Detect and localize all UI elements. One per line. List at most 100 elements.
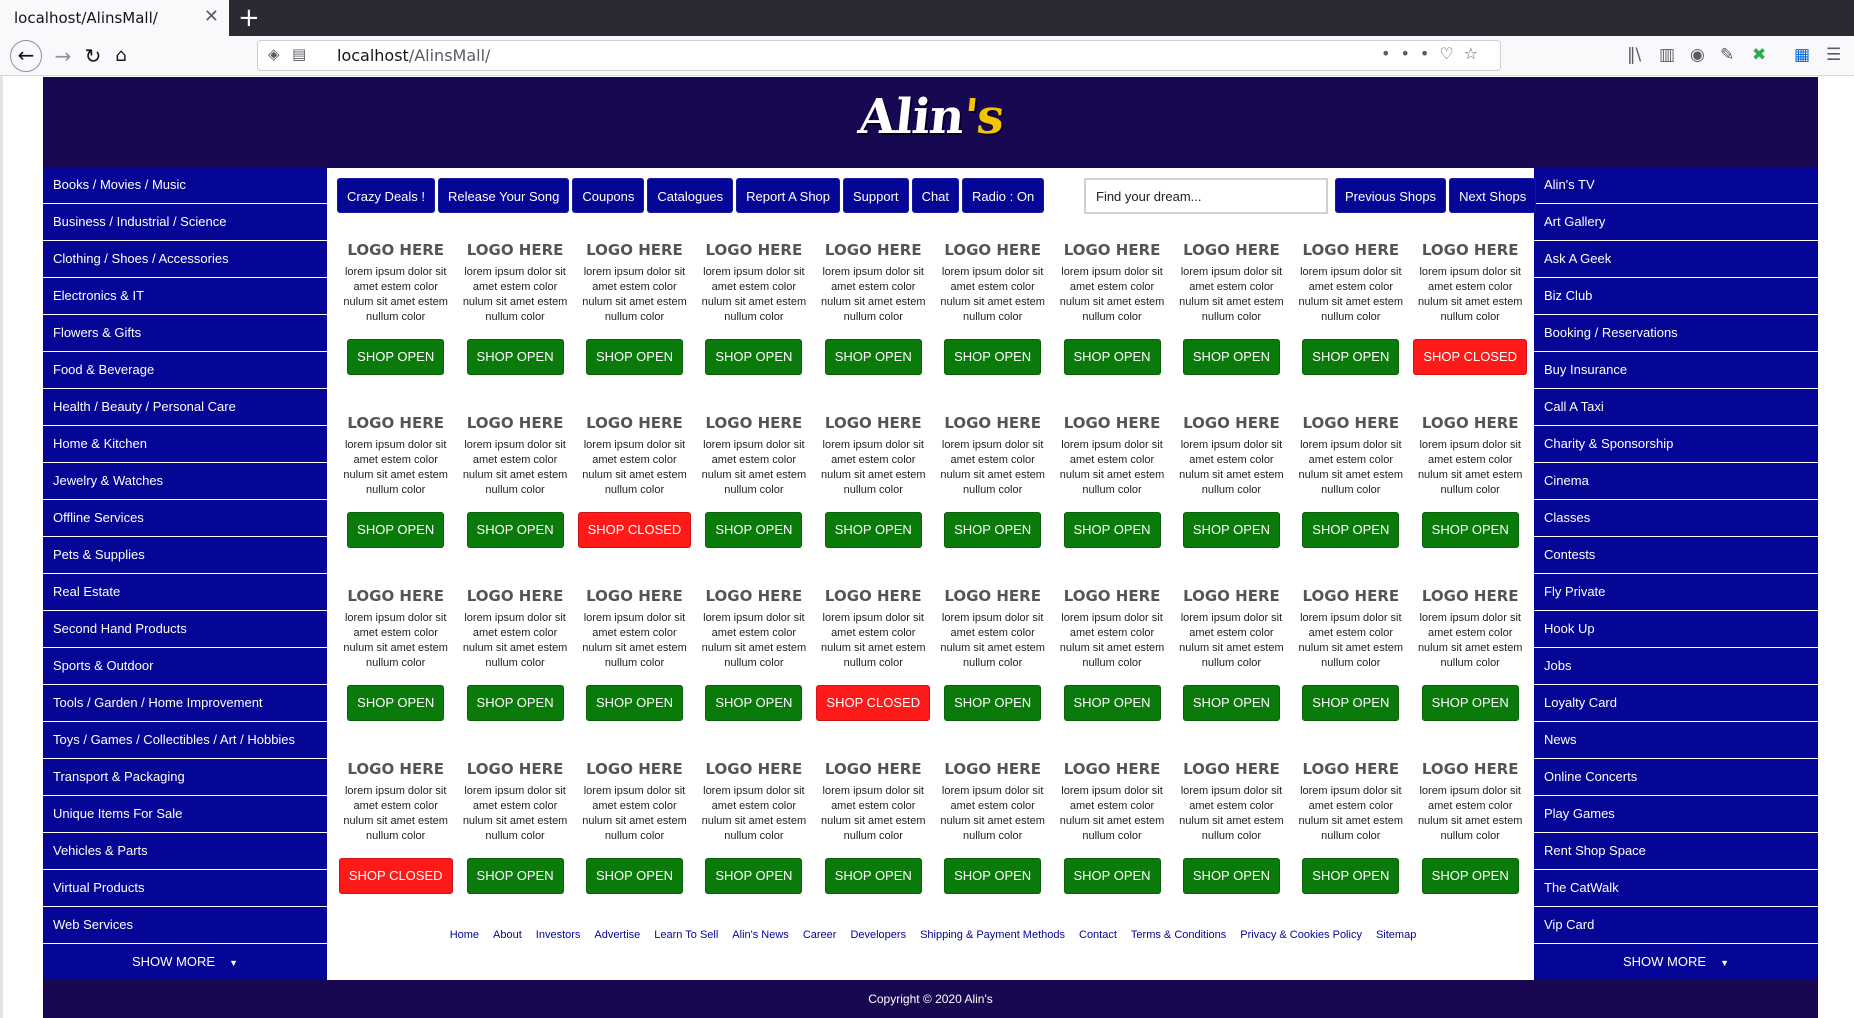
service-art-gallery[interactable]: Art Gallery bbox=[1534, 204, 1818, 240]
browser-tab[interactable]: localhost/AlinsMall/ ✕ bbox=[0, 0, 229, 36]
shop-logo[interactable]: LOGO HERE bbox=[814, 412, 933, 434]
shop-open-button[interactable]: SHOP OPEN bbox=[944, 858, 1042, 894]
shop-open-button[interactable]: SHOP OPEN bbox=[705, 858, 803, 894]
shop-open-button[interactable]: SHOP OPEN bbox=[705, 339, 803, 375]
footer-link-shipping-payment-methods[interactable]: Shipping & Payment Methods bbox=[920, 929, 1065, 941]
library-icon[interactable]: ‖\ bbox=[1627, 45, 1641, 65]
shop-open-button[interactable]: SHOP OPEN bbox=[1063, 512, 1161, 548]
footer-link-developers[interactable]: Developers bbox=[850, 929, 906, 941]
shop-open-button[interactable]: SHOP OPEN bbox=[466, 858, 564, 894]
footer-link-career[interactable]: Career bbox=[803, 929, 837, 941]
footer-link-privacy-cookies-policy[interactable]: Privacy & Cookies Policy bbox=[1240, 929, 1362, 941]
search-input[interactable] bbox=[1084, 178, 1328, 214]
service-buy-insurance[interactable]: Buy Insurance bbox=[1534, 352, 1818, 388]
shop-open-button[interactable]: SHOP OPEN bbox=[944, 339, 1042, 375]
category-sports-outdoor[interactable]: Sports & Outdoor bbox=[43, 648, 327, 684]
shop-logo[interactable]: LOGO HERE bbox=[694, 758, 813, 780]
category-tools-garden-home-improvement[interactable]: Tools / Garden / Home Improvement bbox=[43, 685, 327, 721]
shop-logo[interactable]: LOGO HERE bbox=[455, 758, 574, 780]
service-biz-club[interactable]: Biz Club bbox=[1534, 278, 1818, 314]
home-icon[interactable]: ⌂ bbox=[106, 41, 136, 71]
footer-link-investors[interactable]: Investors bbox=[536, 929, 581, 941]
service-classes[interactable]: Classes bbox=[1534, 500, 1818, 536]
shop-open-button[interactable]: SHOP OPEN bbox=[1063, 858, 1161, 894]
footer-link-learn-to-sell[interactable]: Learn To Sell bbox=[654, 929, 718, 941]
category-food-beverage[interactable]: Food & Beverage bbox=[43, 352, 327, 388]
shop-logo[interactable]: LOGO HERE bbox=[933, 585, 1052, 607]
shop-open-button[interactable]: SHOP OPEN bbox=[705, 512, 803, 548]
service-ask-a-geek[interactable]: Ask A Geek bbox=[1534, 241, 1818, 277]
shop-logo[interactable]: LOGO HERE bbox=[336, 758, 455, 780]
category-home-kitchen[interactable]: Home & Kitchen bbox=[43, 426, 327, 462]
shop-logo[interactable]: LOGO HERE bbox=[1411, 239, 1530, 261]
shop-open-button[interactable]: SHOP OPEN bbox=[1302, 858, 1400, 894]
forward-arrow-icon[interactable]: → bbox=[48, 41, 78, 71]
shop-open-button[interactable]: SHOP OPEN bbox=[1302, 685, 1400, 721]
category-business-industrial-science[interactable]: Business / Industrial / Science bbox=[43, 204, 327, 240]
category-unique-items-for-sale[interactable]: Unique Items For Sale bbox=[43, 796, 327, 832]
service-hook-up[interactable]: Hook Up bbox=[1534, 611, 1818, 647]
category-electronics-it[interactable]: Electronics & IT bbox=[43, 278, 327, 314]
shop-open-button[interactable]: SHOP OPEN bbox=[1063, 685, 1161, 721]
shop-logo[interactable]: LOGO HERE bbox=[455, 585, 574, 607]
shop-closed-button[interactable]: SHOP CLOSED bbox=[1413, 339, 1528, 375]
service-alin-s-tv[interactable]: Alin's TV bbox=[1534, 167, 1818, 203]
site-logo[interactable]: Alin's bbox=[855, 89, 1005, 145]
extensions-icon[interactable]: ▦ bbox=[1794, 45, 1810, 65]
account-icon[interactable]: ◉ bbox=[1690, 45, 1705, 65]
nav-chat-button[interactable]: Chat bbox=[911, 178, 960, 213]
category-jewelry-watches[interactable]: Jewelry & Watches bbox=[43, 463, 327, 499]
shop-logo[interactable]: LOGO HERE bbox=[933, 412, 1052, 434]
shop-closed-button[interactable]: SHOP CLOSED bbox=[338, 858, 453, 894]
shop-open-button[interactable]: SHOP OPEN bbox=[585, 339, 683, 375]
nav-report-a-shop-button[interactable]: Report A Shop bbox=[736, 178, 841, 213]
sidebar-icon[interactable]: ▥ bbox=[1659, 45, 1675, 65]
footer-link-about[interactable]: About bbox=[493, 929, 522, 941]
shop-logo[interactable]: LOGO HERE bbox=[455, 412, 574, 434]
shop-logo[interactable]: LOGO HERE bbox=[1291, 585, 1410, 607]
category-real-estate[interactable]: Real Estate bbox=[43, 574, 327, 610]
shop-logo[interactable]: LOGO HERE bbox=[1052, 758, 1171, 780]
service-booking-reservations[interactable]: Booking / Reservations bbox=[1534, 315, 1818, 351]
shop-logo[interactable]: LOGO HERE bbox=[1172, 758, 1291, 780]
shop-logo[interactable]: LOGO HERE bbox=[1291, 412, 1410, 434]
shop-logo[interactable]: LOGO HERE bbox=[1172, 412, 1291, 434]
shop-logo[interactable]: LOGO HERE bbox=[694, 412, 813, 434]
service-show-more-button[interactable]: SHOW MORE ▼ bbox=[1534, 944, 1818, 980]
service-call-a-taxi[interactable]: Call A Taxi bbox=[1534, 389, 1818, 425]
shop-logo[interactable]: LOGO HERE bbox=[694, 585, 813, 607]
service-loyalty-card[interactable]: Loyalty Card bbox=[1534, 685, 1818, 721]
previous-shops-button[interactable]: Previous Shops bbox=[1335, 178, 1447, 213]
service-news[interactable]: News bbox=[1534, 722, 1818, 758]
extension-icon[interactable]: ✖ bbox=[1752, 45, 1766, 65]
site-info-icon[interactable]: ▤ bbox=[292, 45, 306, 63]
category-flowers-gifts[interactable]: Flowers & Gifts bbox=[43, 315, 327, 351]
address-bar[interactable]: ◈ ▤ localhost/AlinsMall/ •••♡☆ bbox=[257, 40, 1501, 71]
shop-open-button[interactable]: SHOP OPEN bbox=[585, 685, 683, 721]
category-health-beauty-personal-care[interactable]: Health / Beauty / Personal Care bbox=[43, 389, 327, 425]
service-vip-card[interactable]: Vip Card bbox=[1534, 907, 1818, 943]
shop-closed-button[interactable]: SHOP CLOSED bbox=[816, 685, 931, 721]
shop-open-button[interactable]: SHOP OPEN bbox=[1302, 512, 1400, 548]
shop-open-button[interactable]: SHOP OPEN bbox=[1182, 685, 1280, 721]
footer-link-alin-s-news[interactable]: Alin's News bbox=[732, 929, 789, 941]
shop-open-button[interactable]: SHOP OPEN bbox=[1182, 339, 1280, 375]
shop-logo[interactable]: LOGO HERE bbox=[455, 239, 574, 261]
shop-open-button[interactable]: SHOP OPEN bbox=[944, 685, 1042, 721]
shop-open-button[interactable]: SHOP OPEN bbox=[1421, 685, 1519, 721]
hamburger-menu-icon[interactable]: ☰ bbox=[1826, 45, 1841, 65]
footer-link-advertise[interactable]: Advertise bbox=[594, 929, 640, 941]
page-actions-menu-icon[interactable]: ••• bbox=[1381, 44, 1439, 63]
shop-logo[interactable]: LOGO HERE bbox=[1411, 758, 1530, 780]
eyedropper-icon[interactable]: ✎ bbox=[1720, 45, 1734, 65]
next-shops-button[interactable]: Next Shops bbox=[1449, 178, 1537, 213]
nav-catalogues-button[interactable]: Catalogues bbox=[647, 178, 734, 213]
shop-logo[interactable]: LOGO HERE bbox=[1291, 758, 1410, 780]
shop-logo[interactable]: LOGO HERE bbox=[1291, 239, 1410, 261]
shop-logo[interactable]: LOGO HERE bbox=[1411, 585, 1530, 607]
shop-logo[interactable]: LOGO HERE bbox=[336, 585, 455, 607]
category-books-movies-music[interactable]: Books / Movies / Music bbox=[43, 167, 327, 203]
shop-logo[interactable]: LOGO HERE bbox=[1411, 412, 1530, 434]
category-vehicles-parts[interactable]: Vehicles & Parts bbox=[43, 833, 327, 869]
shop-logo[interactable]: LOGO HERE bbox=[1172, 585, 1291, 607]
